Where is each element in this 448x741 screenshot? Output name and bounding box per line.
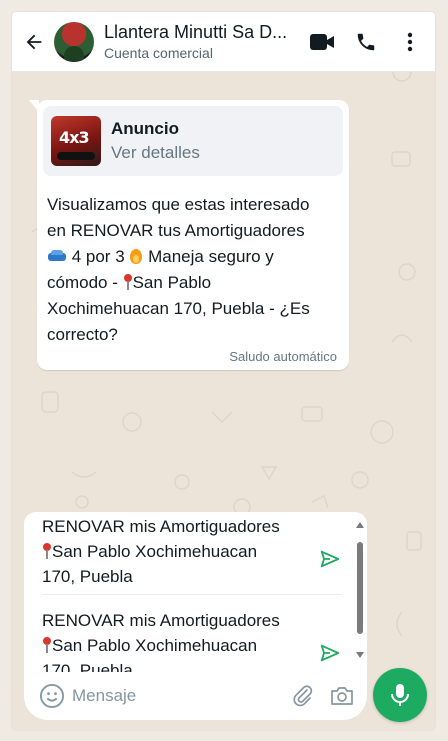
back-arrow-icon: [26, 34, 42, 49]
fire-emoji-icon: [129, 247, 143, 265]
send-suggestion-icon[interactable]: [319, 548, 341, 570]
phone-icon: [357, 33, 375, 50]
car-emoji-icon: [47, 250, 67, 264]
scroll-down-arrow[interactable]: [356, 652, 364, 658]
ad-thumbnail-text: 4x3: [59, 128, 90, 147]
back-button[interactable]: [16, 12, 52, 72]
message-line: Visualizamos que estas interesado: [47, 195, 310, 214]
ad-text: Anuncio Ver detalles: [111, 119, 200, 163]
message-composer: [24, 672, 367, 720]
message-input[interactable]: [72, 686, 272, 706]
attach-icon[interactable]: [291, 684, 315, 708]
camera-icon[interactable]: [329, 684, 355, 708]
video-call-icon: [310, 33, 334, 50]
chat-window: Llantera Minutti Sa D... Cuenta comercia…: [12, 12, 435, 730]
microphone-icon: [391, 684, 409, 706]
emoji-icon[interactable]: [38, 682, 66, 710]
message-line: 4 por 3 Maneja seguro y: [47, 244, 343, 270]
contact-avatar[interactable]: [54, 21, 94, 62]
quick-reply-suggestions: RENOVAR mis Amortiguadores San Pablo Xoc…: [24, 512, 367, 672]
voice-message-button[interactable]: [373, 668, 427, 722]
message-line: cómodo - San Pablo: [47, 273, 212, 292]
header-actions: [309, 29, 423, 55]
contact-subtitle: Cuenta comercial: [104, 45, 213, 61]
ad-title: Anuncio: [111, 119, 179, 138]
ad-preview-card[interactable]: 4x3 Anuncio Ver detalles: [43, 106, 343, 176]
chat-header: Llantera Minutti Sa D... Cuenta comercia…: [12, 12, 435, 72]
suggestion-divider: [42, 594, 342, 595]
more-vert-icon: [407, 32, 413, 51]
message-line: correcto?: [47, 325, 118, 344]
ad-details-link[interactable]: Ver detalles: [111, 143, 200, 163]
incoming-message-bubble: 4x3 Anuncio Ver detalles Visualizamos qu…: [29, 100, 349, 370]
pin-emoji-icon: [123, 273, 133, 291]
send-suggestion-icon[interactable]: [319, 642, 341, 664]
suggestion-item[interactable]: RENOVAR mis Amortiguadores San Pablo Xoc…: [42, 608, 322, 672]
pin-emoji-icon: [42, 636, 52, 654]
video-call-button[interactable]: [309, 29, 335, 55]
ad-thumbnail: 4x3: [51, 116, 101, 166]
auto-greeting-label: Saludo automático: [229, 349, 337, 364]
contact-name: Llantera Minutti Sa D...: [104, 22, 288, 42]
pin-emoji-icon: [42, 542, 52, 560]
contact-info[interactable]: Llantera Minutti Sa D... Cuenta comercia…: [104, 22, 304, 61]
scrollbar-thumb[interactable]: [357, 542, 363, 634]
scroll-up-arrow[interactable]: [356, 522, 364, 528]
composer-actions: [291, 684, 355, 708]
message-line: Xochimehuacan 170, Puebla - ¿Es: [47, 299, 310, 318]
message-text: Visualizamos que estas interesado en REN…: [47, 192, 343, 348]
suggestion-item[interactable]: RENOVAR mis Amortiguadores San Pablo Xoc…: [42, 514, 322, 589]
voice-call-button[interactable]: [353, 29, 379, 55]
more-options-button[interactable]: [397, 29, 423, 55]
message-line: en RENOVAR tus Amortiguadores: [47, 221, 305, 240]
